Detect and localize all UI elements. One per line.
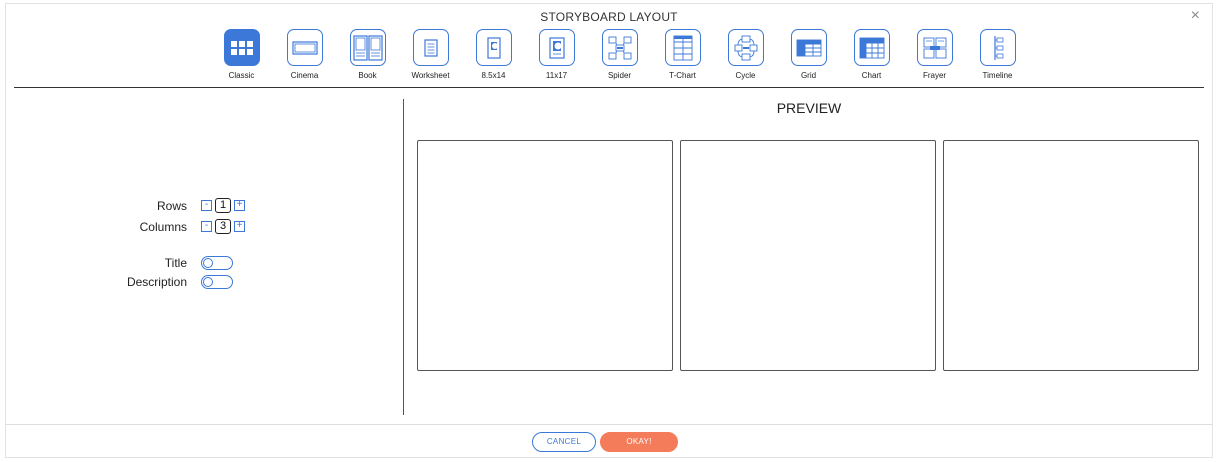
- layout-label-spider: Spider: [607, 71, 632, 80]
- layout-option-timeline[interactable]: Timeline: [966, 29, 1029, 80]
- panel-divider: [403, 99, 404, 415]
- layout-option-book[interactable]: Book: [336, 29, 399, 80]
- rows-decrement-button[interactable]: -: [201, 200, 212, 211]
- layout-label-timeline: Timeline: [982, 71, 1013, 80]
- columns-decrement-button[interactable]: -: [201, 221, 212, 232]
- footer-divider: [6, 424, 1212, 425]
- chart-layout-icon: [853, 29, 890, 66]
- preview-title: PREVIEW: [776, 100, 842, 116]
- timeline-layout-icon: [979, 29, 1016, 66]
- book-layout-icon: [349, 29, 386, 66]
- description-toggle-label: Description: [126, 275, 187, 289]
- layout-label-8-5x14: 8.5x14: [481, 71, 506, 80]
- layout-option-spider[interactable]: Spider: [588, 29, 651, 80]
- description-toggle[interactable]: [201, 275, 233, 289]
- classic-layout-icon: [223, 29, 260, 66]
- grid-layout-icon: [790, 29, 827, 66]
- t-chart-layout-icon: [664, 29, 701, 66]
- title-toggle-label: Title: [164, 256, 187, 270]
- layout-label-chart: Chart: [861, 71, 882, 80]
- rows-control: Rows - 1 +: [6, 198, 245, 213]
- layout-option-11x17[interactable]: 11x17: [525, 29, 588, 80]
- rows-label: Rows: [156, 198, 187, 213]
- legal-page-layout-icon: [475, 29, 512, 66]
- layout-label-frayer: Frayer: [922, 71, 947, 80]
- layout-option-cinema[interactable]: Cinema: [273, 29, 336, 80]
- layout-option-t-chart[interactable]: T-Chart: [651, 29, 714, 80]
- cycle-layout-icon: [727, 29, 764, 66]
- layout-label-classic: Classic: [228, 71, 255, 80]
- title-control: Title: [6, 256, 233, 270]
- columns-stepper: - 3 +: [201, 219, 245, 234]
- layout-option-cycle[interactable]: Cycle: [714, 29, 777, 80]
- layout-option-classic[interactable]: Classic: [210, 29, 273, 80]
- frayer-layout-icon: [916, 29, 953, 66]
- rows-increment-button[interactable]: +: [234, 200, 245, 211]
- layout-label-grid: Grid: [800, 71, 817, 80]
- layout-label-cinema: Cinema: [290, 71, 319, 80]
- layout-option-worksheet[interactable]: Worksheet: [399, 29, 462, 80]
- close-icon[interactable]: ×: [1191, 7, 1200, 25]
- columns-label: Columns: [139, 219, 187, 234]
- rows-value: 1: [215, 198, 231, 213]
- description-toggle-knob: [203, 277, 213, 287]
- worksheet-layout-icon: [412, 29, 449, 66]
- layout-label-11x17: 11x17: [545, 71, 568, 80]
- layout-label-book: Book: [358, 71, 377, 80]
- layout-option-chart[interactable]: Chart: [840, 29, 903, 80]
- preview-cell: [417, 140, 673, 371]
- title-toggle-knob: [203, 258, 213, 268]
- layout-option-8-5x14[interactable]: 8.5x14: [462, 29, 525, 80]
- layout-option-frayer[interactable]: Frayer: [903, 29, 966, 80]
- tabloid-page-layout-icon: [538, 29, 575, 66]
- layout-label-worksheet: Worksheet: [411, 71, 450, 80]
- rows-stepper: - 1 +: [201, 198, 245, 213]
- cinema-layout-icon: [286, 29, 323, 66]
- description-control: Description: [6, 275, 233, 289]
- okay-button[interactable]: OKAY!: [600, 432, 678, 452]
- spider-layout-icon: [601, 29, 638, 66]
- layout-label-cycle: Cycle: [735, 71, 756, 80]
- columns-control: Columns - 3 +: [6, 219, 245, 234]
- layout-label-t-chart: T-Chart: [669, 71, 696, 80]
- columns-value: 3: [215, 219, 231, 234]
- title-toggle[interactable]: [201, 256, 233, 270]
- layout-option-grid[interactable]: Grid: [777, 29, 840, 80]
- dialog-title: STORYBOARD LAYOUT: [540, 10, 678, 24]
- cancel-button[interactable]: CANCEL: [532, 432, 596, 452]
- columns-increment-button[interactable]: +: [234, 221, 245, 232]
- preview-cell: [943, 140, 1199, 371]
- preview-cell: [680, 140, 936, 371]
- layout-options: Classic Cinema Book Worksheet 8.5x14 11x…: [210, 29, 1029, 80]
- storyboard-layout-dialog: STORYBOARD LAYOUT × Classic Cinema Book …: [5, 3, 1213, 458]
- header-divider: [14, 87, 1204, 88]
